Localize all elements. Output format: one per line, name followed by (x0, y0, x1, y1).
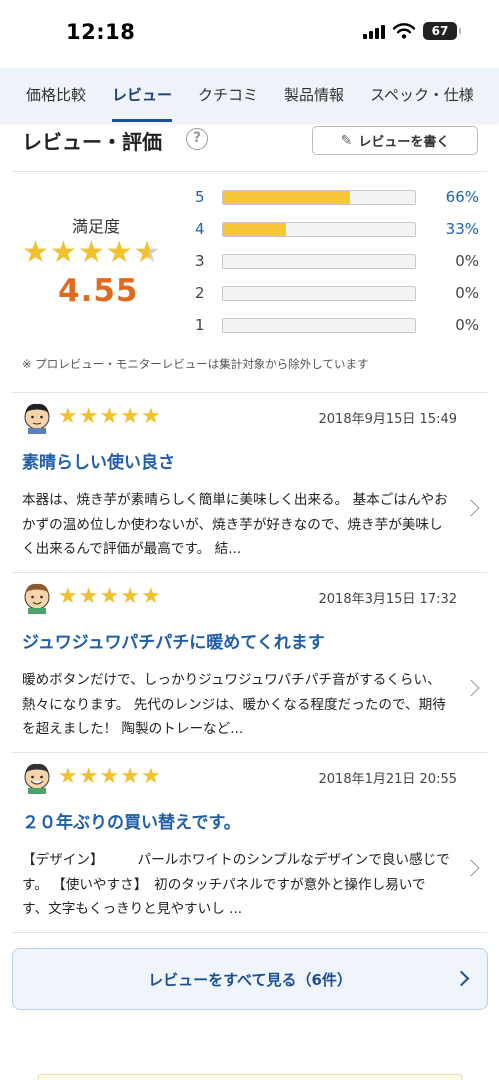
view-all-reviews-button[interactable]: レビューをすべて見る（6件） (12, 948, 488, 1010)
distribution-percent: 0% (455, 252, 479, 270)
distribution-bar (222, 222, 416, 237)
star-icon: ★ (78, 584, 99, 609)
star-icon: ★ (99, 404, 120, 429)
star-icon: ★ (58, 764, 78, 789)
distribution-bar (222, 318, 416, 333)
pen-icon: ✎ (340, 132, 353, 149)
avatar (24, 583, 50, 614)
tab-reviews[interactable]: レビュー (112, 68, 173, 122)
review-stars: ★ ★ ★ ★ ★ (58, 584, 161, 610)
section-title: レビュー・評価 (22, 130, 162, 154)
wifi-icon (393, 23, 415, 39)
review-stars: ★ ★ ★ ★ ★ (58, 764, 161, 790)
distribution-percent[interactable]: 33% (446, 220, 479, 238)
star-icon: ★ (99, 764, 120, 789)
review-title[interactable]: ジュワジュワパチパチに暖めてくれます (22, 628, 325, 653)
distribution-row-1: 1 0% (195, 316, 487, 336)
status-time: 12:18 (66, 20, 136, 44)
status-icons: 67 (363, 22, 461, 40)
avatar (24, 403, 50, 434)
tab-product-info[interactable]: 製品情報 (284, 68, 344, 122)
tab-kuchikomi[interactable]: クチコミ (198, 68, 258, 122)
distribution-row-2: 2 0% (195, 284, 487, 304)
tab-bar: 価格比較 レビュー クチコミ 製品情報 スペック・仕様 (0, 68, 499, 122)
star-icon: ★ (140, 764, 161, 789)
average-score: 4.55 (58, 273, 139, 309)
distribution-bar-fill (223, 223, 287, 236)
review-item[interactable]: ★ ★ ★ ★ ★ 2018年1月21日 20:55 ２０年ぶりの買い替えです。… (12, 762, 487, 940)
distribution-percent: 0% (455, 316, 479, 334)
distribution-bar-fill (223, 191, 350, 204)
distribution-row-3: 3 0% (195, 252, 487, 272)
review-item[interactable]: ★ ★ ★ ★ ★ 2018年9月15日 15:49 素晴らしい使い良さ 本器は… (12, 402, 487, 580)
tab-price-compare[interactable]: 価格比較 (26, 68, 86, 122)
distribution-star-label: 1 (195, 316, 205, 334)
divider (12, 932, 487, 933)
star-icon: ★ (140, 404, 161, 429)
avatar (24, 763, 50, 794)
star-icon: ★ (78, 404, 99, 429)
review-date: 2018年3月15日 17:32 (318, 592, 458, 607)
distribution-star-label: 3 (195, 252, 205, 270)
star-icon: ★ (99, 584, 120, 609)
divider (12, 171, 487, 172)
distribution-star-label: 2 (195, 284, 205, 302)
star-icon: ★ (120, 584, 140, 609)
write-review-button[interactable]: ✎ レビューを書く (312, 126, 478, 155)
distribution-percent: 0% (455, 284, 479, 302)
review-body: 暖めボタンだけで、しっかりジュワジュワパチパチ音がするくらい、熱々になります。 … (22, 672, 446, 737)
review-item[interactable]: ★ ★ ★ ★ ★ 2018年3月15日 17:32 ジュワジュワパチパチに暖め… (12, 582, 487, 760)
tab-specs[interactable]: スペック・仕様 (370, 68, 474, 122)
aggregation-note: ※ プロレビュー・モニターレビューは集計対象から除外しています (22, 357, 369, 371)
half-star-icon: ★ (133, 235, 161, 270)
star-icon: ★ (140, 584, 161, 609)
star-icon: ★ (120, 764, 140, 789)
star-icon: ★ (58, 404, 78, 429)
distribution-star-label[interactable]: 5 (195, 188, 209, 206)
distribution-row-5[interactable]: 5 66% (195, 188, 487, 208)
review-body: 【デザイン】 パールホワイトのシンプルなデザインで良い感じです。 【使いやすさ】… (22, 852, 450, 917)
battery-icon: 67 (423, 22, 461, 40)
review-section-header: レビュー・評価 ? ✎ レビューを書く (22, 124, 478, 158)
star-icon: ★ (78, 764, 99, 789)
average-stars: ★ ★ ★ ★ ★ (22, 237, 161, 269)
cellular-signal-icon (363, 23, 385, 39)
divider (12, 392, 487, 393)
help-icon[interactable]: ? (186, 128, 208, 150)
status-bar: 12:18 67 (0, 0, 499, 68)
chevron-right-icon[interactable] (462, 499, 480, 517)
divider (12, 752, 487, 753)
chevron-right-icon[interactable] (462, 679, 480, 697)
review-stars: ★ ★ ★ ★ ★ (58, 404, 161, 430)
bottom-banner (38, 1074, 462, 1080)
review-body: 本器は、焼き芋が素晴らしく簡単に美味しく出来る。 基本ごはんやおかずの温め位しか… (22, 492, 448, 557)
distribution-percent[interactable]: 66% (446, 188, 479, 206)
distribution-row-4[interactable]: 4 33% (195, 220, 487, 240)
review-date: 2018年9月15日 15:49 (318, 412, 458, 427)
star-icon: ★ (105, 235, 133, 270)
distribution-star-label[interactable]: 4 (195, 220, 209, 238)
review-date: 2018年1月21日 20:55 (318, 772, 458, 787)
star-icon: ★ (77, 235, 105, 270)
star-icon: ★ (49, 235, 77, 270)
distribution-bar (222, 254, 416, 269)
view-all-reviews-label: レビューをすべて見る（6件） (148, 971, 352, 989)
distribution-bar (222, 190, 416, 205)
divider (12, 572, 487, 573)
satisfaction-label: 満足度 (72, 217, 121, 236)
review-title[interactable]: ２０年ぶりの買い替えです。 (22, 808, 241, 833)
chevron-right-icon[interactable] (462, 859, 480, 877)
star-icon: ★ (120, 404, 140, 429)
star-icon: ★ (22, 235, 49, 270)
distribution-bar (222, 286, 416, 301)
star-icon: ★ (58, 584, 78, 609)
review-title[interactable]: 素晴らしい使い良さ (22, 448, 175, 473)
write-review-label: レビューを書く (358, 135, 450, 150)
